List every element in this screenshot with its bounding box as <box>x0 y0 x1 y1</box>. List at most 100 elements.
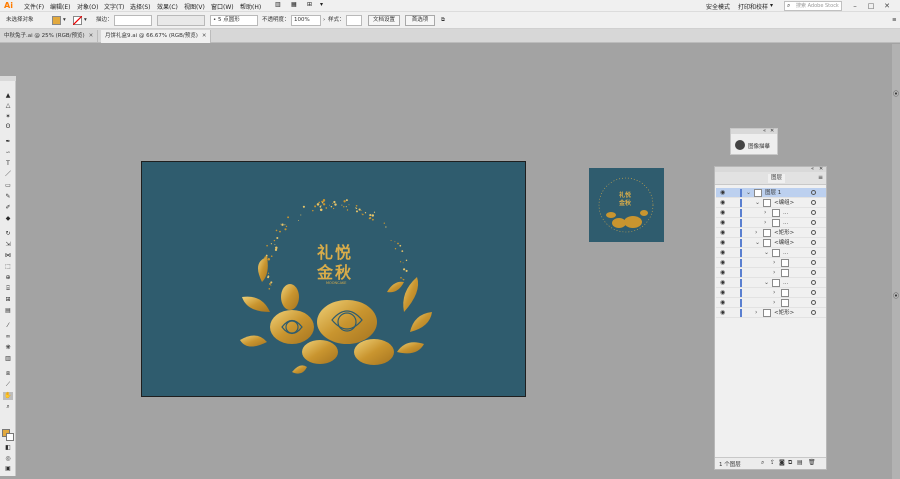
target-circle-icon[interactable] <box>811 290 816 295</box>
scale-tool-icon[interactable]: ⇲ <box>3 241 13 249</box>
blend-tool-icon[interactable]: ∞ <box>3 333 13 341</box>
visibility-eye-icon[interactable]: ◉ <box>720 288 725 298</box>
rotate-tool-icon[interactable]: ↻ <box>3 230 13 238</box>
target-circle-icon[interactable] <box>811 220 816 225</box>
stroke-weight-field[interactable] <box>114 15 152 26</box>
zoom-tool-icon[interactable]: ⌕ <box>3 403 13 411</box>
tab-document-1[interactable]: 中秋兔子.ai @ 25% (RGB/预览) ✕ <box>0 30 99 43</box>
selection-tool-icon[interactable]: ▲ <box>3 92 13 100</box>
chevron-down-icon[interactable]: ▾ <box>84 15 87 26</box>
target-circle-icon[interactable] <box>811 190 816 195</box>
visibility-eye-icon[interactable]: ◉ <box>720 218 725 228</box>
toolbox-header[interactable] <box>0 76 16 81</box>
layer-row[interactable]: ◉ › <矩形> <box>716 228 826 238</box>
visibility-eye-icon[interactable]: ◉ <box>720 208 725 218</box>
free-transform-tool-icon[interactable]: ⬚ <box>3 263 13 271</box>
symbol-sprayer-tool-icon[interactable]: ❋ <box>3 344 13 352</box>
mesh-tool-icon[interactable]: ⊞ <box>3 296 13 304</box>
chevron-right-icon[interactable]: › <box>323 15 325 26</box>
export-icon[interactable]: ⇪ <box>770 459 775 466</box>
shaper-tool-icon[interactable]: ✐ <box>3 204 13 212</box>
shape-builder-tool-icon[interactable]: ⊕ <box>3 274 13 282</box>
visibility-eye-icon[interactable]: ◉ <box>720 248 725 258</box>
chevron-down-icon[interactable]: ⌄ <box>764 248 769 258</box>
width-tool-icon[interactable]: ⋈ <box>3 252 13 260</box>
target-circle-icon[interactable] <box>811 280 816 285</box>
target-circle-icon[interactable] <box>811 270 816 275</box>
pen-tool-icon[interactable]: ✒ <box>3 138 13 146</box>
new-layer-icon[interactable]: ▤ <box>797 459 803 466</box>
layer-name[interactable]: ... <box>783 248 788 258</box>
close-icon[interactable]: ✕ <box>880 1 894 11</box>
line-tool-icon[interactable]: ／ <box>3 171 13 179</box>
hand-tool-icon[interactable]: ✋ <box>3 392 13 400</box>
gradient-tool-icon[interactable]: ▤ <box>3 307 13 315</box>
chevron-right-icon[interactable]: › <box>773 268 775 278</box>
stroke-swatch[interactable] <box>73 16 82 25</box>
maximize-icon[interactable]: □ <box>864 1 878 11</box>
menu-file[interactable]: 文件(F) <box>24 2 44 11</box>
image-trace-label[interactable]: 图像描摹 <box>748 142 770 150</box>
artboard-secondary[interactable]: 礼悦 金秋 <box>589 168 664 242</box>
layer-name[interactable]: <矩形> <box>774 308 794 318</box>
variable-width-profile[interactable] <box>157 15 205 26</box>
layer-name[interactable]: ... <box>783 208 788 218</box>
chevron-down-icon[interactable]: ⌄ <box>746 188 751 198</box>
graphic-style-picker[interactable] <box>346 15 362 26</box>
layer-row[interactable]: ◉ ›... <box>716 208 826 218</box>
visibility-eye-icon[interactable]: ◉ <box>720 308 725 318</box>
menu-object[interactable]: 对象(O) <box>77 2 98 11</box>
target-circle-icon[interactable] <box>811 200 816 205</box>
chevron-right-icon[interactable]: › <box>755 308 757 318</box>
expand-icon[interactable]: ⦿ <box>893 291 899 300</box>
menu-effect[interactable]: 效果(C) <box>157 2 178 11</box>
layer-row[interactable]: ◉ › <box>716 298 826 308</box>
layer-row[interactable]: ◉ › <box>716 268 826 278</box>
layer-name[interactable]: 图层 1 <box>765 188 781 198</box>
new-sublayer-icon[interactable]: ⧉ <box>788 459 792 467</box>
workspace-switcher[interactable]: 安全模式 <box>706 2 730 11</box>
layer-row[interactable]: ◉ ›... <box>716 218 826 228</box>
panel-menu-icon[interactable]: ≡ <box>818 174 823 181</box>
chevron-right-icon[interactable]: › <box>755 228 757 238</box>
chevron-right-icon[interactable]: › <box>773 288 775 298</box>
chevron-down-icon[interactable]: ▾ <box>63 15 66 26</box>
type-tool-icon[interactable]: T <box>3 160 13 168</box>
chevron-right-icon[interactable]: › <box>773 298 775 308</box>
eraser-tool-icon[interactable]: ◆ <box>3 215 13 223</box>
slice-tool-icon[interactable]: ⟋ <box>3 381 13 389</box>
opacity-field[interactable]: 100% <box>291 15 321 26</box>
visibility-eye-icon[interactable]: ◉ <box>720 188 725 198</box>
panel-menu-icon[interactable]: ≡ <box>892 15 897 26</box>
locate-object-icon[interactable]: ⌕ <box>761 459 764 467</box>
target-circle-icon[interactable] <box>811 230 816 235</box>
visibility-eye-icon[interactable]: ◉ <box>720 278 725 288</box>
stock-search[interactable]: ⌕ 搜索 Adobe Stock <box>784 1 842 11</box>
panel-header[interactable]: « ✕ <box>731 128 777 134</box>
layer-row[interactable]: ◉ › <box>716 288 826 298</box>
target-circle-icon[interactable] <box>811 240 816 245</box>
layer-row[interactable]: ◉ ⌄ <编组> <box>716 238 826 248</box>
chevron-down-icon[interactable]: ⌄ <box>755 198 760 208</box>
layer-row[interactable]: ◉ ⌄... <box>716 278 826 288</box>
chevron-down-icon[interactable]: ▾ <box>770 2 773 9</box>
graph-tool-icon[interactable]: ▥ <box>3 355 13 363</box>
target-circle-icon[interactable] <box>811 310 816 315</box>
menu-view[interactable]: 视图(V) <box>184 2 205 11</box>
layer-row[interactable]: ◉ ⌄ <编组> <box>716 198 826 208</box>
document-setup-button[interactable]: 文档设置 <box>368 15 400 26</box>
close-icon[interactable]: ✕ <box>770 128 774 134</box>
draw-mode-icon[interactable]: ◎ <box>3 455 13 463</box>
target-circle-icon[interactable] <box>811 210 816 215</box>
chevron-down-icon[interactable]: ⌄ <box>755 238 760 248</box>
arrange-docs-icon[interactable]: ▦ <box>291 1 297 8</box>
menu-window[interactable]: 窗口(W) <box>211 2 234 11</box>
close-icon[interactable]: ✕ <box>202 33 207 39</box>
collapse-icon[interactable]: « <box>763 128 766 134</box>
color-mode-icon[interactable]: ◧ <box>3 444 13 452</box>
menu-select[interactable]: 选择(S) <box>130 2 151 11</box>
image-trace-icon[interactable] <box>735 140 745 150</box>
visibility-eye-icon[interactable]: ◉ <box>720 268 725 278</box>
layer-row[interactable]: ◉ › <矩形> <box>716 308 826 318</box>
artboard-tool-icon[interactable]: ⧈ <box>3 370 13 378</box>
